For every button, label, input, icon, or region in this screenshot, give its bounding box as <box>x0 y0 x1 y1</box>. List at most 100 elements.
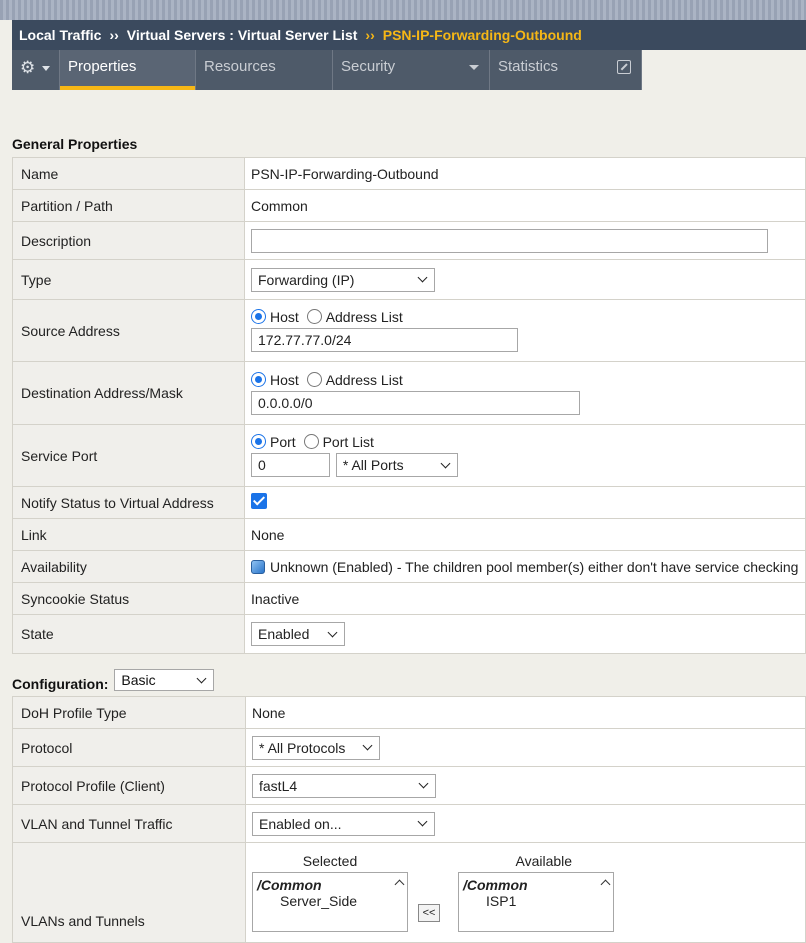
table-row: Syncookie Status Inactive <box>12 582 806 615</box>
state-select-value: Enabled <box>258 626 310 642</box>
table-row: Link None <box>12 518 806 551</box>
tab-resources[interactable]: Resources <box>196 50 333 90</box>
service-port-select-value: * All Ports <box>342 457 404 473</box>
service-port-select[interactable]: * All Ports <box>335 453 458 477</box>
source-address-label: Source Address <box>12 299 245 362</box>
tab-statistics-label: Statistics <box>498 58 559 75</box>
tab-gear-menu[interactable]: ⚙ <box>12 50 60 90</box>
chevron-down-icon <box>417 272 428 283</box>
tab-resources-label: Resources <box>204 58 276 75</box>
protocol-profile-client-select[interactable]: fastL4 <box>252 773 436 798</box>
vlan-tunnel-traffic-label: VLAN and Tunnel Traffic <box>12 804 246 843</box>
state-select[interactable]: Enabled <box>251 622 345 646</box>
destination-address-label: Destination Address/Mask <box>12 361 245 425</box>
table-row: Protocol * All Protocols <box>12 728 806 767</box>
notify-status-checkbox[interactable] <box>251 493 267 509</box>
available-label: Available <box>515 853 573 869</box>
table-row: Name PSN-IP-Forwarding-Outbound <box>12 157 806 190</box>
protocol-profile-client-label: Protocol Profile (Client) <box>12 766 246 805</box>
port-radio[interactable] <box>251 434 266 449</box>
protocol-select-value: * All Protocols <box>259 739 346 756</box>
syncookie-status-value: Inactive <box>244 582 806 615</box>
port-list-radio[interactable] <box>303 434 319 449</box>
protocol-profile-client-value: fastL4 <box>259 777 298 794</box>
port-list-label: Port List <box>322 434 374 450</box>
selected-label: Selected <box>302 853 358 869</box>
available-vlans-listbox[interactable]: /Common ISP1 <box>458 872 614 932</box>
table-row: Service Port Port Port List 0 * All Port… <box>12 424 806 487</box>
vlans-tunnels-label: VLANs and Tunnels <box>12 842 246 943</box>
port-radio-label: Port <box>270 434 296 450</box>
chevron-down-icon <box>418 778 429 789</box>
name-value: PSN-IP-Forwarding-Outbound <box>244 157 806 190</box>
chevron-down-icon <box>42 66 50 71</box>
tab-bar: ⚙ Properties Resources Security Statisti… <box>12 50 642 90</box>
configuration-title: Configuration: <box>12 676 109 692</box>
external-link-icon <box>617 60 631 74</box>
breadcrumb-virtual-server-list[interactable]: Virtual Servers : Virtual Server List <box>127 27 358 43</box>
tab-properties[interactable]: Properties <box>60 50 196 90</box>
name-label: Name <box>12 157 245 190</box>
chevron-down-icon <box>327 627 338 637</box>
destination-address-list-radio[interactable] <box>306 371 322 387</box>
partition-label: Partition / Path <box>12 189 245 222</box>
doh-profile-type-label: DoH Profile Type <box>12 696 246 729</box>
destination-host-label: Host <box>270 371 299 388</box>
table-row: Source Address Host Address List 172.77.… <box>12 299 806 362</box>
selected-group: /Common <box>257 877 322 893</box>
link-label: Link <box>12 518 245 551</box>
table-row: Partition / Path Common <box>12 189 806 222</box>
tab-security-label: Security <box>341 58 396 75</box>
table-row: DoH Profile Type None <box>12 696 806 729</box>
tab-security[interactable]: Security <box>333 50 490 90</box>
source-address-list-radio[interactable] <box>306 309 322 324</box>
service-port-label: Service Port <box>12 424 245 487</box>
vlan-tunnel-traffic-value: Enabled on... <box>259 815 342 832</box>
description-label: Description <box>12 221 245 260</box>
table-row: Description <box>12 221 806 260</box>
syncookie-status-label: Syncookie Status <box>12 582 245 615</box>
status-unknown-icon <box>251 559 265 574</box>
description-input[interactable] <box>251 228 768 253</box>
general-properties-table: Name PSN-IP-Forwarding-Outbound Partitio… <box>12 157 806 654</box>
source-host-label: Host <box>270 309 299 325</box>
type-select[interactable]: Forwarding (IP) <box>251 267 435 292</box>
protocol-label: Protocol <box>12 728 246 767</box>
table-row: Notify Status to Virtual Address <box>12 486 806 519</box>
destination-address-input[interactable]: 0.0.0.0/0 <box>251 390 580 415</box>
header-stripe <box>0 0 806 20</box>
breadcrumb-local-traffic[interactable]: Local Traffic <box>19 27 101 43</box>
partition-value: Common <box>244 189 806 222</box>
selected-vlans-listbox[interactable]: /Common Server_Side <box>252 872 408 932</box>
source-address-input[interactable]: 172.77.77.0/24 <box>251 328 518 352</box>
chevron-down-icon <box>417 816 428 827</box>
link-value: None <box>244 518 806 551</box>
selected-item[interactable]: Server_Side <box>253 893 407 909</box>
tab-statistics[interactable]: Statistics <box>490 50 642 90</box>
table-row: Protocol Profile (Client) fastL4 <box>12 766 806 805</box>
table-row: State Enabled <box>12 614 806 654</box>
table-row: VLAN and Tunnel Traffic Enabled on... <box>12 804 806 843</box>
vlan-tunnel-traffic-select[interactable]: Enabled on... <box>252 811 435 836</box>
destination-address-list-label: Address List <box>325 371 403 388</box>
table-row: Destination Address/Mask Host Address Li… <box>12 361 806 425</box>
gear-icon: ⚙ <box>20 58 36 77</box>
chevron-down-icon <box>440 458 451 468</box>
table-row: VLANs and Tunnels Selected Available /Co… <box>12 842 806 943</box>
destination-host-radio[interactable] <box>251 371 266 387</box>
configuration-mode-select[interactable]: Basic <box>114 669 215 691</box>
table-row: Availability Unknown (Enabled) - The chi… <box>12 550 806 583</box>
source-host-radio[interactable] <box>251 309 266 324</box>
breadcrumb: Local Traffic ›› Virtual Servers : Virtu… <box>12 20 806 50</box>
chevron-down-icon <box>196 673 207 683</box>
service-port-input[interactable]: 0 <box>251 453 330 477</box>
move-left-button[interactable]: << <box>418 904 440 922</box>
doh-profile-type-value: None <box>245 696 806 729</box>
configuration-header: Configuration: Basic <box>12 668 215 692</box>
type-label: Type <box>12 259 245 300</box>
available-item[interactable]: ISP1 <box>459 893 613 909</box>
breadcrumb-current: PSN-IP-Forwarding-Outbound <box>382 27 582 43</box>
breadcrumb-separator: ›› <box>109 27 119 43</box>
configuration-mode-value: Basic <box>121 672 156 688</box>
protocol-select[interactable]: * All Protocols <box>252 735 380 760</box>
